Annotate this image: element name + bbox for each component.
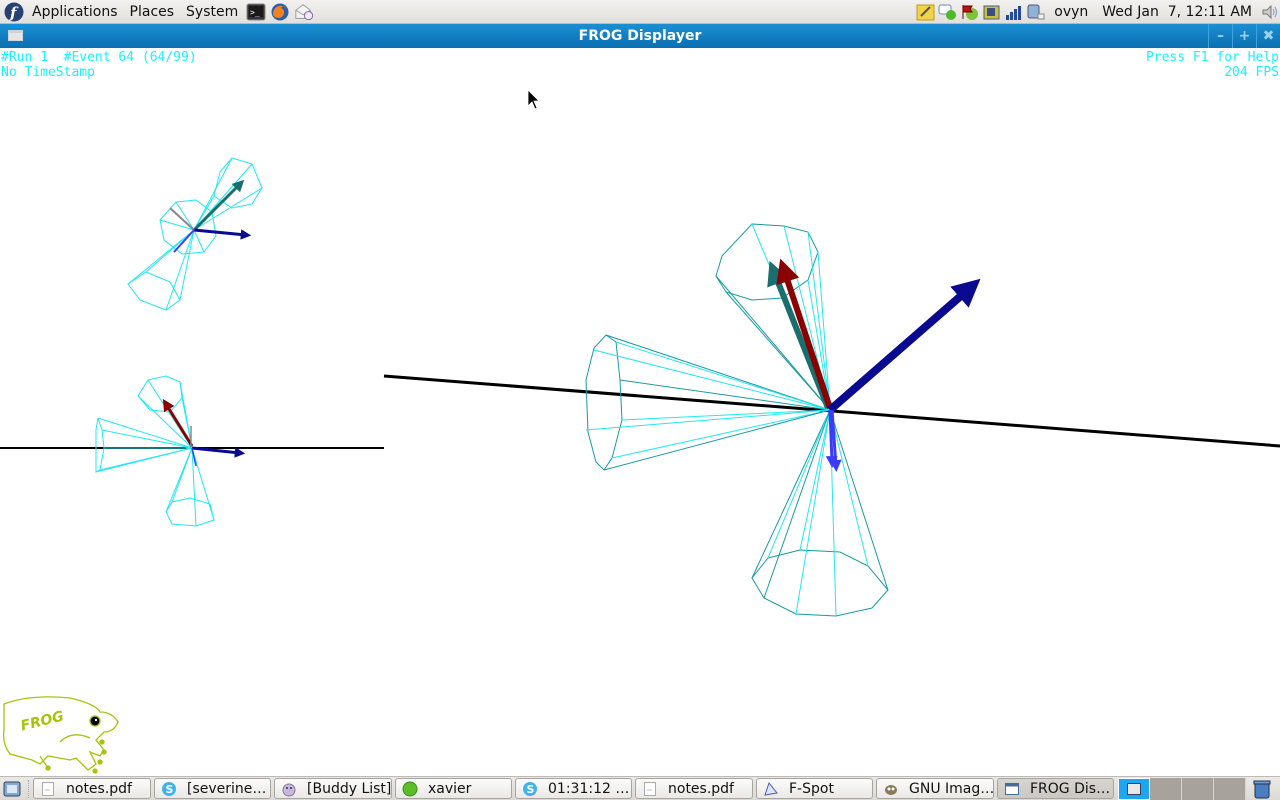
skype-icon: S: [161, 781, 177, 797]
task-label: [Buddy List]: [307, 780, 392, 797]
fspot-icon: [763, 781, 779, 797]
task-skype-call[interactable]: S 01:31:12 …: [515, 778, 632, 799]
menu-places[interactable]: Places: [124, 0, 181, 24]
small-track-lb: [173, 229, 195, 253]
svg-text:S: S: [527, 783, 535, 796]
panel-separator: [28, 779, 30, 798]
workspace-3[interactable]: [1182, 777, 1214, 800]
firefox-icon[interactable]: [270, 2, 290, 22]
task-f-spot[interactable]: F-Spot: [756, 778, 873, 799]
clock[interactable]: Wed Jan 7, 12:11 AM: [1096, 4, 1258, 20]
main-3d-view[interactable]: [383, 223, 1280, 617]
task-skype-severine[interactable]: S [severine…: [154, 778, 271, 799]
window-icon: [1004, 781, 1020, 797]
pidgin-icon: [281, 781, 297, 797]
task-label: 01:31:12 …: [548, 780, 630, 797]
notes-icon[interactable]: [916, 2, 936, 22]
frog-logo: FROG: [2, 696, 119, 774]
window-title: FROG Displayer: [578, 28, 702, 44]
small-track-blue: [193, 228, 252, 240]
skype-icon: S: [522, 781, 538, 797]
workspace-switcher[interactable]: [1118, 777, 1246, 800]
window-menu-icon[interactable]: [8, 30, 23, 41]
flag-icon[interactable]: [960, 2, 980, 22]
task-label: FROG Dis…: [1030, 780, 1111, 797]
fedora-logo-icon[interactable]: f: [4, 2, 24, 22]
task-xavier[interactable]: xavier: [395, 778, 512, 799]
task-label: F-Spot: [789, 780, 834, 797]
close-button[interactable]: ✖: [1256, 24, 1280, 48]
svg-text:S: S: [166, 783, 174, 796]
chat-status-icon[interactable]: [938, 2, 958, 22]
jet-cone-lower: [751, 409, 889, 617]
status-online-icon: [402, 781, 418, 797]
mouse-cursor: [527, 89, 540, 110]
small-cones-bottom: [95, 375, 215, 527]
event-scene[interactable]: FROG: [0, 48, 1280, 776]
speaker-icon[interactable]: [1260, 2, 1280, 22]
task-label: GNU Imag…: [909, 780, 994, 797]
menu-system[interactable]: System: [180, 0, 244, 24]
maximize-button[interactable]: +: [1232, 24, 1256, 48]
trash-icon[interactable]: [1252, 778, 1272, 800]
user-name[interactable]: ovyn: [1048, 4, 1094, 20]
document-icon: [40, 781, 56, 797]
task-notes-pdf-2[interactable]: notes.pdf: [635, 778, 753, 799]
system-tray: ovyn Wed Jan 7, 12:11 AM: [916, 0, 1280, 24]
task-label: xavier: [428, 780, 472, 797]
signal-bars-icon[interactable]: [1004, 2, 1024, 22]
menu-applications[interactable]: Applications: [26, 0, 124, 24]
terminal-icon[interactable]: >_: [246, 2, 266, 22]
event-display-canvas[interactable]: FROG #Run 1 #Event 64 (64/99) No TimeSta…: [0, 48, 1280, 776]
track-blue: [827, 278, 981, 414]
frog-logo-text: FROG: [19, 708, 65, 734]
hud-fps: 204 FPS: [1224, 65, 1279, 80]
jet-cone-upper: [715, 223, 831, 411]
side-view-top[interactable]: [127, 157, 263, 311]
window-titlebar[interactable]: FROG Displayer – + ✖: [0, 24, 1280, 48]
top-panel: f Applications Places System >_ ovyn Wed…: [0, 0, 1280, 24]
power-icon[interactable]: [1026, 2, 1046, 22]
hud-timestamp: No TimeStamp: [1, 65, 95, 80]
task-label: notes.pdf: [66, 780, 132, 797]
workspace-2[interactable]: [1150, 777, 1182, 800]
task-frog-displayer[interactable]: FROG Dis…: [997, 778, 1114, 799]
task-label: [severine…: [187, 780, 267, 797]
side-view-bottom[interactable]: [0, 375, 384, 527]
task-label: notes.pdf: [668, 780, 734, 797]
track-red: [776, 258, 833, 409]
bottom-panel: notes.pdf S [severine… [Buddy List] xavi…: [0, 776, 1280, 800]
hud-help-hint: Press F1 for Help: [1145, 50, 1279, 65]
mail-icon[interactable]: [294, 2, 314, 22]
minimize-button[interactable]: –: [1208, 24, 1232, 48]
gimp-icon: [883, 781, 899, 797]
task-notes-pdf-1[interactable]: notes.pdf: [33, 778, 151, 799]
task-gimp[interactable]: GNU Imag…: [876, 778, 994, 799]
svg-text:>_: >_: [250, 8, 260, 17]
show-desktop-icon[interactable]: [2, 779, 22, 799]
hud-run-event: #Run 1 #Event 64 (64/99): [1, 50, 197, 65]
small-track-teal: [192, 179, 245, 232]
audio-card-icon[interactable]: [982, 2, 1002, 22]
workspace-1[interactable]: [1118, 777, 1150, 800]
task-buddy-list[interactable]: [Buddy List]: [274, 778, 392, 799]
document-icon: [642, 781, 658, 797]
workspace-4[interactable]: [1214, 777, 1246, 800]
